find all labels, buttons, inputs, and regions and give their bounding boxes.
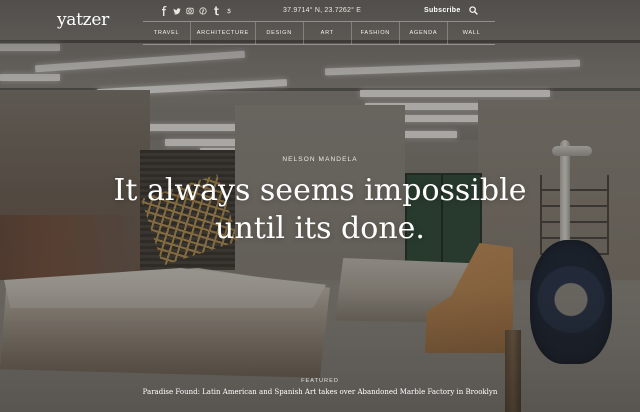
nav-item-fashion[interactable]: FASHION <box>350 22 399 44</box>
site-logo[interactable]: yatzer <box>57 10 109 30</box>
nav-item-wall[interactable]: WALL <box>446 22 495 44</box>
twitter-icon[interactable] <box>173 6 181 16</box>
main-navigation: TRAVEL ARCHITECTURE DESIGN ART FASHION A… <box>143 21 495 45</box>
hero-quote: It always seems impossible until its don… <box>0 172 640 248</box>
nav-item-architecture[interactable]: ARCHITECTURE <box>190 22 255 44</box>
social-links <box>160 6 233 16</box>
nav-item-travel[interactable]: TRAVEL <box>143 22 190 44</box>
quote-author: NELSON MANDELA <box>282 156 358 163</box>
pinterest-icon[interactable] <box>199 6 207 16</box>
instagram-icon[interactable] <box>186 6 194 16</box>
search-icon[interactable] <box>469 6 478 15</box>
featured-label: FEATURED <box>301 378 339 384</box>
facebook-icon[interactable] <box>160 6 168 16</box>
nav-item-art[interactable]: ART <box>302 22 351 44</box>
quote-line: until its done. <box>215 211 425 246</box>
quote-line: It always seems impossible <box>113 173 527 208</box>
tumblr-icon[interactable] <box>212 6 220 16</box>
nav-item-design[interactable]: DESIGN <box>254 22 303 44</box>
location-coordinates: 37.9714° N, 23.7262° E <box>283 7 362 14</box>
skype-icon[interactable] <box>225 6 233 16</box>
subscribe-link[interactable]: Subscribe <box>424 7 461 14</box>
nav-item-agenda[interactable]: AGENDA <box>398 22 447 44</box>
featured-article-link[interactable]: Paradise Found: Latin American and Spani… <box>0 388 640 396</box>
